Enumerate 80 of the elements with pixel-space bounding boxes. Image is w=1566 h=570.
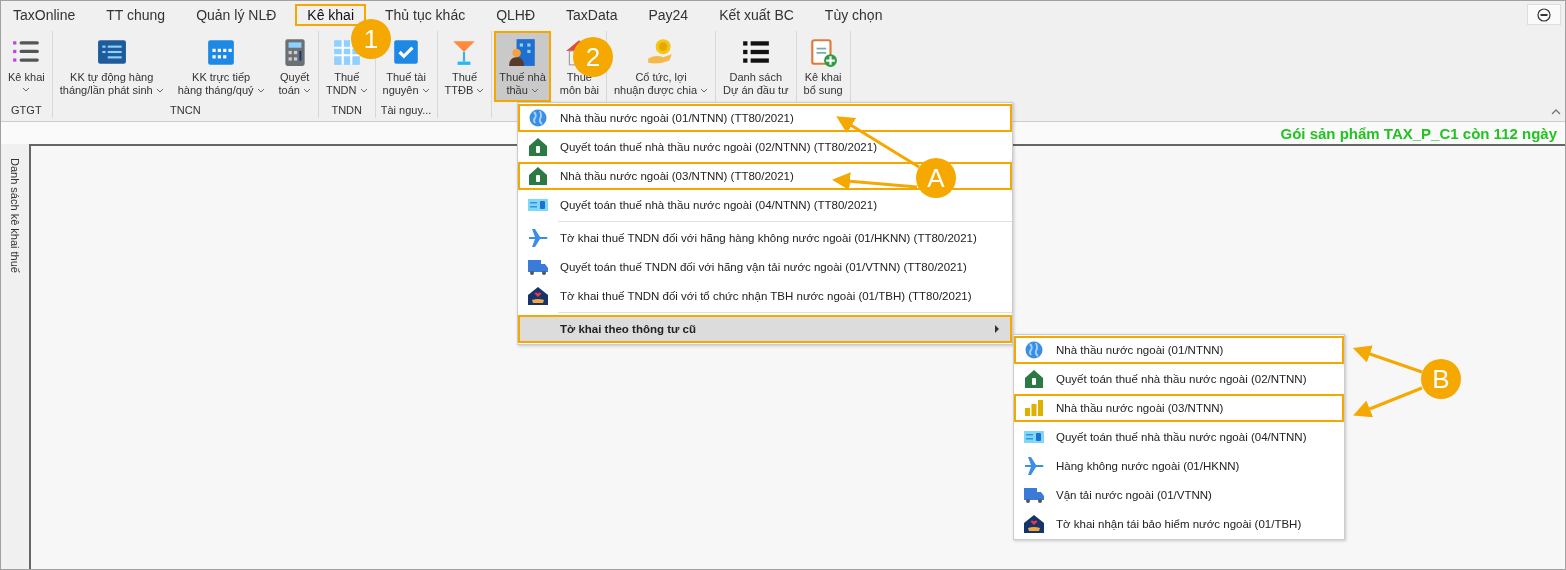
minus-circle-icon — [1537, 7, 1551, 22]
ribbon-button[interactable]: KK trực tiếp hàng tháng/quý — [172, 31, 270, 103]
ribbon-tab[interactable]: Tùy chọn — [812, 3, 895, 26]
submenu-item[interactable]: Tờ khai theo thông tư cũ — [518, 315, 1012, 343]
button-label-line: toán — [278, 84, 311, 97]
ribbon-button[interactable]: Kê khai bổ sung — [798, 31, 848, 103]
menu-item[interactable]: Vận tải nước ngoài (01/VTNN) — [1014, 481, 1344, 509]
ribbon-button[interactable]: Kê khai — [3, 31, 50, 103]
ribbon-button[interactable]: KK tự động hàng tháng/lần phát sinh — [54, 31, 169, 103]
ribbon-tab[interactable]: Kết xuất BC — [707, 3, 806, 26]
button-label-line: hàng tháng/quý — [177, 84, 265, 97]
group-label: TNDN — [331, 104, 362, 117]
button-label-line: Quyết — [280, 71, 310, 84]
truck-icon — [1024, 485, 1044, 505]
button-label-line: thầu — [506, 84, 539, 97]
button-label-line: TTĐB — [444, 84, 485, 97]
button-label-line: Thuế nhà — [499, 71, 546, 84]
plane-icon — [1024, 456, 1044, 476]
button-label-line: Dự án đầu tư — [723, 84, 789, 97]
button-label-line: Kê khai — [8, 71, 45, 84]
building-icon — [507, 37, 538, 67]
button-label-line: môn bài — [559, 84, 599, 97]
ribbon-button[interactable]: Danh sách Dự án đầu tư — [718, 31, 794, 103]
menu-item[interactable]: Quyết toán thuế nhà thầu nước ngoài (04/NTNN) — [1014, 423, 1344, 451]
ribbon-tab[interactable]: TT chung — [94, 3, 178, 26]
plane-icon — [528, 228, 548, 248]
menu-item[interactable]: Nhà thầu nước ngoài (01/NTNN) (TT80/2021) — [518, 104, 1012, 132]
group-label: Tài nguy... — [380, 104, 432, 117]
menu-item[interactable]: Quyết toán thuế nhà thầu nước ngoài (02/NTNN) (TT80/2021) — [518, 133, 1012, 161]
ribbon-button[interactable]: Thuế nhà thầu — [494, 31, 551, 103]
menu-item[interactable]: Tờ khai thuế TNDN đối với tổ chức nhận TBH nước ngoài (01/TBH) (TT80/2021) — [518, 282, 1012, 310]
button-label-line: KK trực tiếp — [192, 71, 251, 84]
house-dollar-icon — [1024, 369, 1044, 389]
button-label-line: Thuế tài — [386, 71, 426, 84]
ribbon-tab[interactable]: TaxOnline — [1, 3, 88, 26]
ribbon-tab[interactable]: TaxData — [554, 3, 630, 26]
house-heart-icon — [1024, 514, 1044, 534]
license-status: Gói sản phẩm TAX_P_C1 còn 112 ngày — [1280, 124, 1557, 142]
calendar-icon — [206, 37, 237, 67]
button-label-line: Thuế — [451, 71, 477, 84]
button-label-line: nhuận được chia — [613, 84, 709, 97]
sidebar-title[interactable]: Danh sách kê khai thuế — [9, 158, 21, 273]
ribbon-button[interactable]: Quyết toán — [273, 31, 316, 103]
menu-item[interactable]: Quyết toán thuế nhà thầu nước ngoài (02/NTNN) — [1014, 365, 1344, 393]
globe-icon — [1024, 340, 1044, 360]
collapse-ribbon-icon[interactable] — [1551, 108, 1561, 115]
menu-item[interactable]: Nhà thầu nước ngoài (03/NTNN) — [1014, 394, 1344, 422]
ribbon-button[interactable]: Thuế TTĐB — [439, 31, 490, 103]
coins-icon — [1024, 398, 1044, 418]
arrow — [1353, 386, 1423, 418]
house-dollar-icon — [528, 137, 548, 157]
house-dollar-icon — [528, 166, 548, 186]
button-label-line: nguyên — [382, 84, 430, 97]
truck-icon — [528, 257, 548, 277]
button-label-line: Cổ tức, lợi — [635, 71, 687, 84]
group-label: GTGT — [11, 104, 42, 117]
menu-item[interactable]: Tờ khai thuế TNDN đối với hãng hàng không nước ngoài (01/HKNN) (TT80/2021) — [518, 224, 1012, 252]
menu-item[interactable]: Quyết toán thuế TNDN đối với hãng vận tải nước ngoài (01/VTNN) (TT80/2021) — [518, 253, 1012, 281]
button-label-line: tháng/lần phát sinh — [59, 84, 164, 97]
button-label-line: Kê khai — [804, 71, 842, 84]
button-label-line: TNDN — [325, 84, 368, 97]
house-heart-icon — [528, 286, 548, 306]
menu-item[interactable]: Tờ khai nhận tái bảo hiểm nước ngoài (01/TBH) — [1014, 510, 1344, 538]
ribbon-tab[interactable]: Pay24 — [636, 3, 701, 26]
button-label-line: KK tự động hàng — [70, 71, 154, 84]
clipboard-plus-icon — [808, 37, 839, 67]
submenu-arrow-icon — [994, 325, 1000, 333]
ribbon-tab[interactable]: Quản lý NLĐ — [184, 3, 289, 26]
button-label-line: Danh sách — [729, 71, 783, 84]
button-label-line: Thuế — [334, 71, 360, 84]
step-callout: 1 — [351, 19, 391, 59]
minimize-button[interactable] — [1527, 4, 1561, 25]
group-label: TNCN — [170, 104, 201, 117]
globe-icon — [528, 108, 548, 128]
arrow — [1352, 345, 1423, 374]
menu-item[interactable]: Nhà thầu nước ngoài (01/NTNN) — [1014, 336, 1344, 364]
ribbon-tab[interactable]: QLHĐ — [484, 3, 548, 26]
menu-item[interactable]: Hàng không nước ngoài (01/HKNN) — [1014, 452, 1344, 480]
checklist-icon — [96, 37, 127, 67]
button-label-line: bổ sung — [803, 84, 843, 97]
